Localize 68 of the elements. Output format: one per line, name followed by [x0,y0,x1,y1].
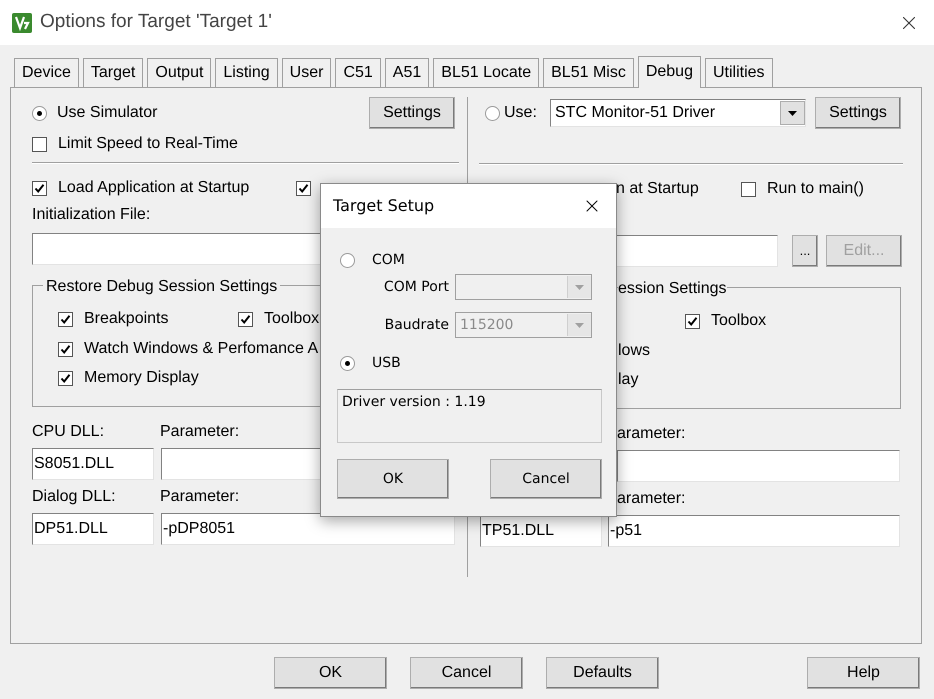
radio-button[interactable] [340,252,355,268]
tab[interactable]: Target [82,58,144,87]
tab[interactable]: Debug [638,56,701,88]
checkbox[interactable] [685,314,700,328]
tab[interactable]: A51 [384,58,430,87]
checkbox-label: Limit Speed to Real-Time [58,134,238,154]
checkbox[interactable] [32,136,47,152]
dialog-button[interactable]: OK [337,459,449,499]
driver-select[interactable]: STC Monitor-51 Driver [550,99,806,127]
dialog-title: Target Setup [333,195,434,217]
checkbox[interactable] [238,312,253,326]
dialog-dll-field[interactable]: TP51.DLL [480,515,602,547]
checkbox[interactable] [58,370,73,386]
dialog-dll-field[interactable]: DP51.DLL [32,513,154,545]
radio-button[interactable] [32,106,47,120]
settings-button[interactable]: Settings [815,97,901,129]
tab[interactable]: BL51 Misc [543,58,634,87]
checkbox-label: Toolbox [711,311,766,331]
radio-label: COM [372,250,405,270]
label: Baudrate [384,316,450,334]
dialog-button[interactable]: OK [274,657,387,689]
app-icon [12,12,32,32]
dialog-button[interactable]: Defaults [546,657,659,689]
tab[interactable]: Output [147,58,212,87]
label: arameter: [617,424,686,444]
checkbox-label: lows [618,341,650,361]
checkbox-label: Watch Windows & Perfomance A [84,339,318,359]
checkbox[interactable] [58,312,73,326]
window-title: Options for Target 'Target 1' [40,10,272,34]
checkbox-label: Memory Display [84,368,199,388]
radio-label: Use Simulator [57,103,158,123]
tab[interactable]: C51 [335,58,381,87]
dialog-parameter-field[interactable]: -pDP8051 [161,513,455,545]
checkbox-label: Load Application at Startup [58,178,250,198]
checkbox-label: Run to main() [767,179,864,199]
checkbox-label: Toolbox [264,309,320,329]
label: Initialization File: [32,205,150,225]
radio-label: Use: [504,103,538,123]
label: CPU DLL: [32,422,106,442]
label: Dialog DLL: [32,487,117,507]
checkbox[interactable] [741,182,756,196]
checkbox[interactable] [296,180,311,196]
checkbox[interactable] [58,342,73,356]
dialog-parameter-field[interactable]: -p51 [608,515,900,547]
checkbox-label: lay [618,370,638,390]
settings-button[interactable]: Settings [369,97,455,129]
dialog-button[interactable]: Cancel [490,459,602,499]
tab[interactable]: Listing [215,58,278,87]
radio-button[interactable] [485,106,500,120]
checkbox-label: Breakpoints [84,309,168,329]
tab[interactable]: Utilities [704,58,773,87]
dialog-button[interactable]: Cancel [410,657,523,689]
dialog-button[interactable]: Help [807,657,920,689]
label: Parameter: [160,422,240,442]
driver-version-box: Driver version : 1.19 [337,389,602,443]
tab[interactable]: User [282,58,332,87]
radio-label: USB [372,354,401,372]
cpu-parameter-field[interactable] [617,450,900,482]
tab[interactable]: BL51 Locate [433,58,540,87]
label: arameter: [617,489,686,509]
checkbox[interactable] [32,180,47,196]
cpu-dll-field[interactable]: S8051.DLL [32,448,154,480]
radio-button[interactable] [340,356,355,370]
tab[interactable]: Device [14,58,79,87]
browse-button[interactable]: ... [792,235,818,267]
label: COM Port [382,278,450,296]
checkbox-label: n at Startup [616,179,700,199]
label: Parameter: [160,487,240,507]
